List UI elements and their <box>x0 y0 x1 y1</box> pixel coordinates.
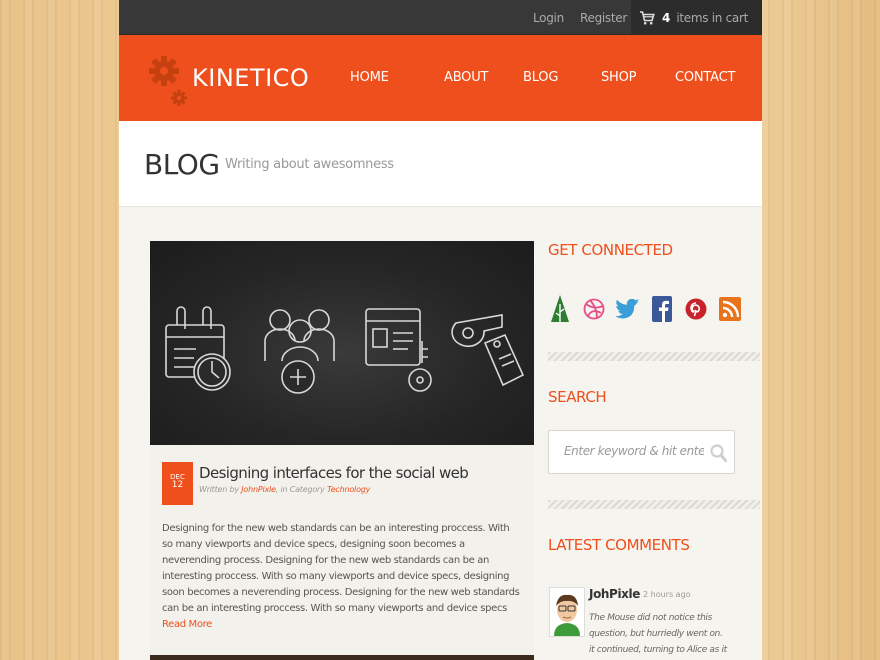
post-date-badge: DEC 12 <box>162 462 193 505</box>
id-card-key-icon <box>365 308 432 392</box>
comment-text: The Mouse did not notice this question, … <box>589 613 727 655</box>
search-icon[interactable] <box>710 444 727 462</box>
rss-icon[interactable] <box>718 293 742 325</box>
team-add-icon <box>264 309 335 394</box>
post-meta-prefix: Written by <box>199 485 242 494</box>
comment-author[interactable]: JohPixle <box>589 587 640 601</box>
forrst-icon[interactable] <box>548 293 572 325</box>
top-bar: Login Register 4 items in cart <box>119 0 762 35</box>
whistle-tag-icon <box>451 314 525 387</box>
page-container: Login Register 4 items in cart KINETICO … <box>119 0 762 660</box>
nav-shop[interactable]: SHOP <box>601 70 637 85</box>
get-connected-heading: GET CONNECTED <box>548 241 673 259</box>
blog-post-image-wrap <box>150 241 534 445</box>
twitter-icon[interactable] <box>616 293 640 325</box>
post-meta-mid: , in Category <box>275 485 327 494</box>
site-header: KINETICO HOME ABOUT BLOG SHOP CONTACT <box>119 35 762 121</box>
cart-icon <box>640 10 655 24</box>
post-category-link[interactable]: Technology <box>327 485 370 494</box>
nav-blog[interactable]: BLOG <box>523 70 558 85</box>
section-divider <box>548 500 760 509</box>
nav-contact[interactable]: CONTACT <box>675 70 735 85</box>
facebook-icon[interactable] <box>650 293 674 325</box>
pinterest-icon[interactable] <box>684 293 708 325</box>
search-heading: SEARCH <box>548 388 607 406</box>
nav-about[interactable]: ABOUT <box>444 70 488 85</box>
search-input[interactable] <box>564 444 704 458</box>
post-author-link[interactable]: JohnPixle <box>241 485 276 494</box>
blog-post-card: DEC 12 Designing interfaces for the soci… <box>150 445 534 660</box>
social-links <box>548 293 752 325</box>
post-date-day: 12 <box>171 480 184 490</box>
next-post-image-edge <box>150 655 534 660</box>
post-meta: Written by JohnPixle, in Category Techno… <box>199 485 370 494</box>
section-divider <box>548 352 760 361</box>
register-link[interactable]: Register <box>580 11 627 25</box>
cart-count: 4 <box>662 10 671 25</box>
nav-home[interactable]: HOME <box>350 70 389 85</box>
post-title[interactable]: Designing interfaces for the social web <box>199 464 469 482</box>
post-excerpt: Designing for the new web standards can … <box>162 521 522 633</box>
dribbble-icon[interactable] <box>582 293 606 325</box>
search-box <box>548 430 735 474</box>
cart-button[interactable]: 4 items in cart <box>631 0 762 35</box>
read-more-link[interactable]: Read More <box>162 619 212 630</box>
post-excerpt-text: Designing for the new web standards can … <box>162 523 520 614</box>
calendar-clock-icon <box>165 306 231 391</box>
site-logo[interactable]: KINETICO <box>192 64 309 92</box>
comment-time: 2 hours ago <box>643 590 691 599</box>
post-featured-image[interactable] <box>150 241 534 445</box>
login-link[interactable]: Login <box>533 11 564 25</box>
cart-label: items in cart <box>676 10 748 25</box>
page-title: BLOG <box>144 148 220 181</box>
page-subtitle: Writing about awesomness <box>225 157 394 172</box>
latest-comments-heading: LATEST COMMENTS <box>548 536 690 554</box>
avatar[interactable] <box>549 587 585 637</box>
gears-logo-icon <box>149 56 187 106</box>
page-title-band: BLOG Writing about awesomness <box>119 121 762 207</box>
